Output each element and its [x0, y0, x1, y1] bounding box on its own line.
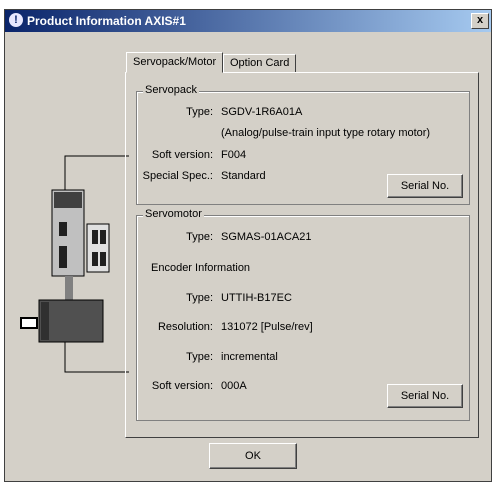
servopack-type-value: SGDV-1R6A01A: [221, 106, 303, 118]
servomotor-soft-value: 000A: [221, 380, 247, 392]
resolution-value: 131072 [Pulse/rev]: [221, 321, 313, 333]
servopack-soft-label: Soft version:: [151, 149, 213, 161]
servomotor-serial-button[interactable]: Serial No.: [387, 384, 463, 408]
tab-label: Option Card: [230, 57, 290, 69]
encoder-kind-value: incremental: [221, 351, 278, 363]
servomotor-group: Servomotor Type: SGMAS-01ACA21 Encoder I…: [136, 208, 470, 421]
tab-panel: Servopack Type: SGDV-1R6A01A (Analog/pul…: [125, 72, 479, 438]
servomotor-type-label: Type:: [186, 231, 213, 243]
title-bar: ! Product Information AXIS#1 x: [5, 10, 491, 32]
close-button[interactable]: x: [471, 13, 489, 29]
encoder-type-label: Type:: [186, 292, 213, 304]
servopack-type-description: (Analog/pulse-train input type rotary mo…: [221, 127, 431, 139]
servo-system-illustration: [20, 155, 129, 373]
servopack-serial-button[interactable]: Serial No.: [387, 174, 463, 198]
servomotor-type-value: SGMAS-01ACA21: [221, 231, 312, 243]
servomotor-group-title: Servomotor: [143, 208, 204, 220]
servopack-soft-value: F004: [221, 149, 247, 161]
servopack-type-label: Type:: [186, 106, 213, 118]
window-title: Product Information AXIS#1: [27, 14, 186, 28]
ok-button[interactable]: OK: [209, 443, 297, 469]
resolution-label: Resolution:: [157, 321, 213, 333]
servomotor-soft-label: Soft version:: [151, 380, 213, 392]
encoder-info-heading: Encoder Information: [151, 262, 251, 274]
tab-option-card[interactable]: Option Card: [223, 54, 297, 73]
servopack-special-value: Standard: [221, 170, 266, 182]
encoder-kind-label: Type:: [186, 351, 213, 363]
servopack-group-title: Servopack: [143, 84, 199, 96]
info-icon: !: [9, 13, 23, 27]
servopack-group: Servopack Type: SGDV-1R6A01A (Analog/pul…: [136, 84, 470, 205]
tab-servopack-motor[interactable]: Servopack/Motor: [126, 52, 224, 73]
product-info-window: ! Product Information AXIS#1 x Servopack…: [4, 9, 492, 482]
tab-label: Servopack/Motor: [133, 56, 217, 68]
servopack-special-label: Special Spec.:: [142, 170, 213, 182]
encoder-type-value: UTTIH-B17EC: [221, 292, 292, 304]
